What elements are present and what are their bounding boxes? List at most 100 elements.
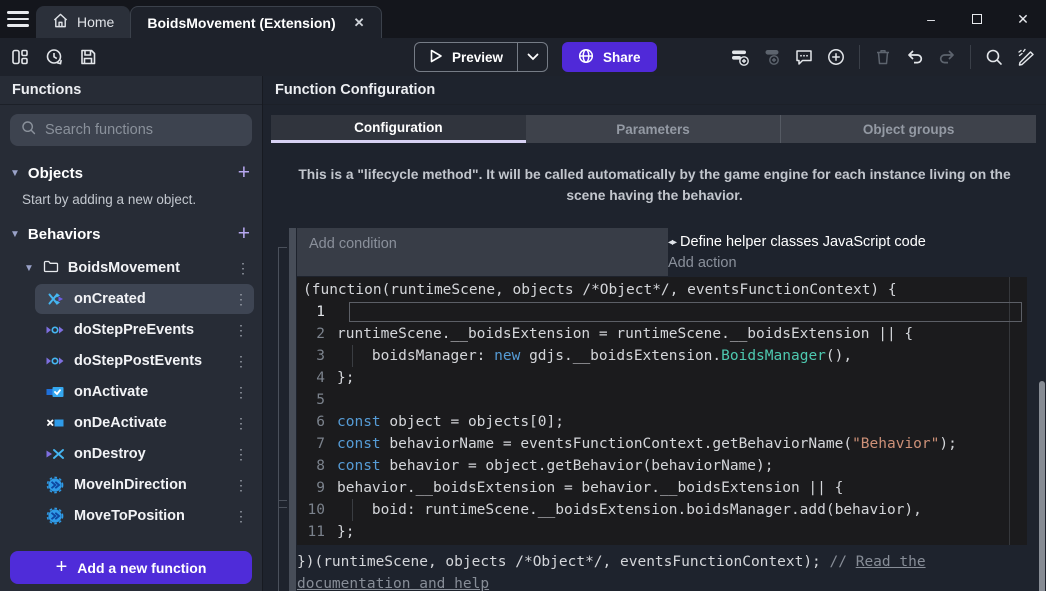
code-line-5[interactable]: 5 xyxy=(297,389,1027,411)
code-line-6[interactable]: 6const object = objects[0]; xyxy=(297,411,1027,433)
code-header-line[interactable]: (function(runtimeScene, objects /*Object… xyxy=(297,279,1027,301)
app-window: Home BoidsMovement (Extension) ✕ – ✕ xyxy=(0,0,1046,591)
code-line-4[interactable]: 4}; xyxy=(297,367,1027,389)
save-icon[interactable] xyxy=(74,43,102,71)
functions-sidebar: Functions ▼ Objects + Start by adding a … xyxy=(0,76,262,591)
chevron-down-icon[interactable]: ▼ xyxy=(10,168,20,179)
add-comment-icon[interactable] xyxy=(790,43,818,71)
plus-icon: + xyxy=(56,556,68,579)
search-icon[interactable] xyxy=(980,43,1008,71)
step-icon xyxy=(45,321,64,340)
code-line-8[interactable]: 8const behavior = object.getBehavior(beh… xyxy=(297,455,1027,477)
code-line-3[interactable]: 3 boidsManager: new gdjs.__boidsExtensio… xyxy=(297,345,1027,367)
add-condition-button[interactable]: Add condition xyxy=(297,228,668,276)
line-number: 8 xyxy=(297,455,337,477)
function-item-MoveToPosition[interactable]: MoveToPosition⋮ xyxy=(35,501,254,531)
code-line-7[interactable]: 7const behaviorName = eventsFunctionCont… xyxy=(297,433,1027,455)
project-manager-icon[interactable] xyxy=(6,43,34,71)
vertical-scrollbar[interactable] xyxy=(1039,381,1045,591)
preview-options-button[interactable] xyxy=(517,42,547,72)
share-button[interactable]: Share xyxy=(562,42,657,72)
line-number: 2 xyxy=(297,323,337,345)
item-menu-icon[interactable]: ⋮ xyxy=(234,415,248,432)
code-line-9[interactable]: 9behavior.__boidsExtension = behavior.__… xyxy=(297,477,1027,499)
close-window-button[interactable]: ✕ xyxy=(1000,0,1046,38)
item-menu-icon[interactable]: ⋮ xyxy=(234,446,248,463)
tab-extension[interactable]: BoidsMovement (Extension) ✕ xyxy=(130,6,381,38)
trash-icon[interactable] xyxy=(869,43,897,71)
item-menu-icon[interactable]: ⋮ xyxy=(234,477,248,494)
behavior-group-row[interactable]: ▼ BoidsMovement ⋮ xyxy=(24,255,250,281)
objects-section-label: Objects xyxy=(28,165,238,182)
function-item-doStepPostEvents[interactable]: doStepPostEvents ⋮ xyxy=(35,346,254,376)
item-menu-icon[interactable]: ⋮ xyxy=(234,384,248,401)
lifecycle-icon xyxy=(45,290,64,309)
item-menu-icon[interactable]: ⋮ xyxy=(234,508,248,525)
main-panel-title: Function Configuration xyxy=(263,76,1046,105)
preview-label: Preview xyxy=(452,50,503,65)
step-icon xyxy=(45,352,64,371)
event-sheet: Add condition ◂▸ Define helper classes J… xyxy=(263,225,1046,591)
function-item-doStepPreEvents[interactable]: doStepPreEvents ⋮ xyxy=(35,315,254,345)
code-line-2[interactable]: 2runtimeScene.__boidsExtension = runtime… xyxy=(297,323,1027,345)
function-item-onCreated[interactable]: onCreated⋮ xyxy=(35,284,254,314)
configuration-tabs: ConfigurationParametersObject groups xyxy=(271,115,1036,143)
behavior-group-label: BoidsMovement xyxy=(68,260,227,276)
add-object-button[interactable]: + xyxy=(238,163,250,183)
event-margin xyxy=(278,247,287,591)
toolbar-center-group: Preview Share xyxy=(414,42,657,72)
preview-button[interactable]: Preview xyxy=(414,42,548,72)
js-action-title[interactable]: ◂▸ Define helper classes JavaScript code xyxy=(668,234,1036,250)
preview-button-main[interactable]: Preview xyxy=(415,49,517,66)
main-menu-icon[interactable] xyxy=(0,0,36,38)
gear-icon xyxy=(45,476,64,495)
tab-home[interactable]: Home xyxy=(36,6,130,38)
undo-icon[interactable] xyxy=(901,43,929,71)
footer-code: })(runtimeScene, objects /*Object*/, eve… xyxy=(297,554,830,570)
code-line-10[interactable]: 10 boid: runtimeScene.__boidsExtension.b… xyxy=(297,499,1027,521)
edit-pen-icon[interactable] xyxy=(1012,43,1040,71)
function-label: onDestroy xyxy=(74,446,224,462)
item-menu-icon[interactable]: ⋮ xyxy=(234,322,248,339)
function-item-onDestroy[interactable]: onDestroy ⋮ xyxy=(35,439,254,469)
function-label: doStepPostEvents xyxy=(74,353,224,369)
event-drag-strip[interactable] xyxy=(289,228,296,591)
function-item-onActivate[interactable]: onActivate⋮ xyxy=(35,377,254,407)
add-behavior-button[interactable]: + xyxy=(238,224,250,244)
js-code-editor[interactable]: (function(runtimeScene, objects /*Object… xyxy=(297,277,1027,545)
history-icon[interactable] xyxy=(40,43,68,71)
function-label: doStepPreEvents xyxy=(74,322,224,338)
tab-configuration[interactable]: Configuration xyxy=(271,115,526,143)
item-menu-icon[interactable]: ⋮ xyxy=(234,291,248,308)
behaviors-section-header[interactable]: ▼ Behaviors + xyxy=(10,221,250,247)
search-functions-box[interactable] xyxy=(10,114,252,146)
tab-home-label: Home xyxy=(77,14,114,30)
search-functions-input[interactable] xyxy=(45,122,242,138)
item-menu-icon[interactable]: ⋮ xyxy=(236,260,250,277)
add-subevent-icon[interactable] xyxy=(758,43,786,71)
item-menu-icon[interactable]: ⋮ xyxy=(234,353,248,370)
line-number: 10 xyxy=(297,499,337,521)
line-number: 4 xyxy=(297,367,337,389)
function-item-onDeActivate[interactable]: onDeActivate⋮ xyxy=(35,408,254,438)
toolbar-divider xyxy=(859,45,860,69)
tab-object-groups[interactable]: Object groups xyxy=(781,115,1036,143)
chevron-down-icon[interactable]: ▼ xyxy=(24,263,34,274)
share-label: Share xyxy=(603,50,641,65)
maximize-button[interactable] xyxy=(954,0,1000,38)
tab-parameters[interactable]: Parameters xyxy=(526,115,782,143)
code-line-11[interactable]: 11}; xyxy=(297,521,1027,543)
close-tab-icon[interactable]: ✕ xyxy=(354,15,365,31)
add-circle-icon[interactable] xyxy=(822,43,850,71)
sidebar-title: Functions xyxy=(0,76,262,105)
code-line-1[interactable]: 1 xyxy=(297,301,1027,323)
add-action-button[interactable]: Add action xyxy=(668,255,1036,271)
add-event-icon[interactable] xyxy=(726,43,754,71)
toolbar-right-group xyxy=(726,38,1040,76)
objects-section-header[interactable]: ▼ Objects + xyxy=(10,160,250,186)
minimize-button[interactable]: – xyxy=(908,0,954,38)
add-function-button[interactable]: + Add a new function xyxy=(10,551,252,584)
function-item-MoveInDirection[interactable]: MoveInDirection⋮ xyxy=(35,470,254,500)
chevron-down-icon[interactable]: ▼ xyxy=(10,229,20,240)
redo-icon[interactable] xyxy=(933,43,961,71)
